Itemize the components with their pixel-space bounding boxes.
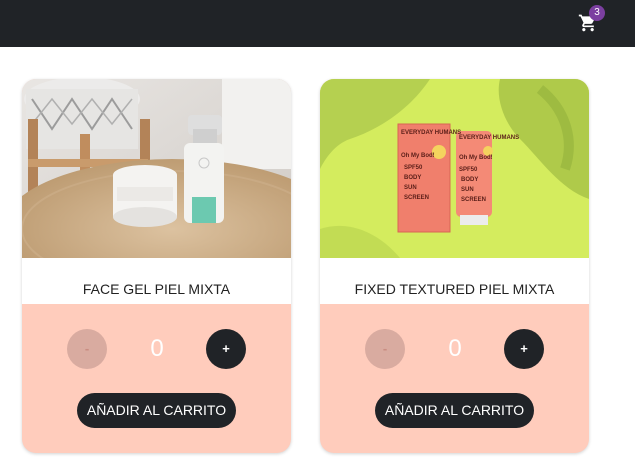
decrease-quantity-button[interactable]: - [67,329,107,369]
product-image: EVERYDAY HUMANS Oh My Bod! SPF50 BODY SU… [320,79,589,258]
svg-text:SUN: SUN [404,185,417,191]
svg-text:Oh My Bod!: Oh My Bod! [401,153,435,159]
add-to-cart-button[interactable]: AÑADIR AL CARRITO [375,393,534,428]
increase-quantity-button[interactable]: + [504,329,544,369]
svg-text:SPF50: SPF50 [459,167,478,173]
product-card: EVERYDAY HUMANS Oh My Bod! SPF50 BODY SU… [320,79,589,453]
product-name: FACE GEL PIEL MIXTA [22,258,291,304]
product-card: FACE GEL PIEL MIXTA - 0 + AÑADIR AL CARR… [22,79,291,453]
increase-quantity-button[interactable]: + [206,329,246,369]
svg-text:SCREEN: SCREEN [404,195,429,201]
box-brand-text: EVERYDAY HUMANS [401,130,461,136]
quantity-value: 0 [150,335,164,362]
svg-text:SUN: SUN [461,187,474,193]
svg-text:SPF50: SPF50 [404,165,423,171]
svg-text:BODY: BODY [404,175,421,181]
top-navbar: 3 [0,0,635,47]
tube-brand-text: EVERYDAY HUMANS [459,135,519,141]
product-name: FIXED TEXTURED PIEL MIXTA [320,258,589,304]
svg-text:SCREEN: SCREEN [461,197,486,203]
svg-text:BODY: BODY [461,177,478,183]
svg-text:Oh My Bod!: Oh My Bod! [459,155,493,161]
add-to-cart-button[interactable]: AÑADIR AL CARRITO [77,393,236,428]
quantity-value: 0 [448,335,462,362]
decrease-quantity-button[interactable]: - [365,329,405,369]
product-image [22,79,291,258]
cart-count-badge: 3 [589,5,605,21]
